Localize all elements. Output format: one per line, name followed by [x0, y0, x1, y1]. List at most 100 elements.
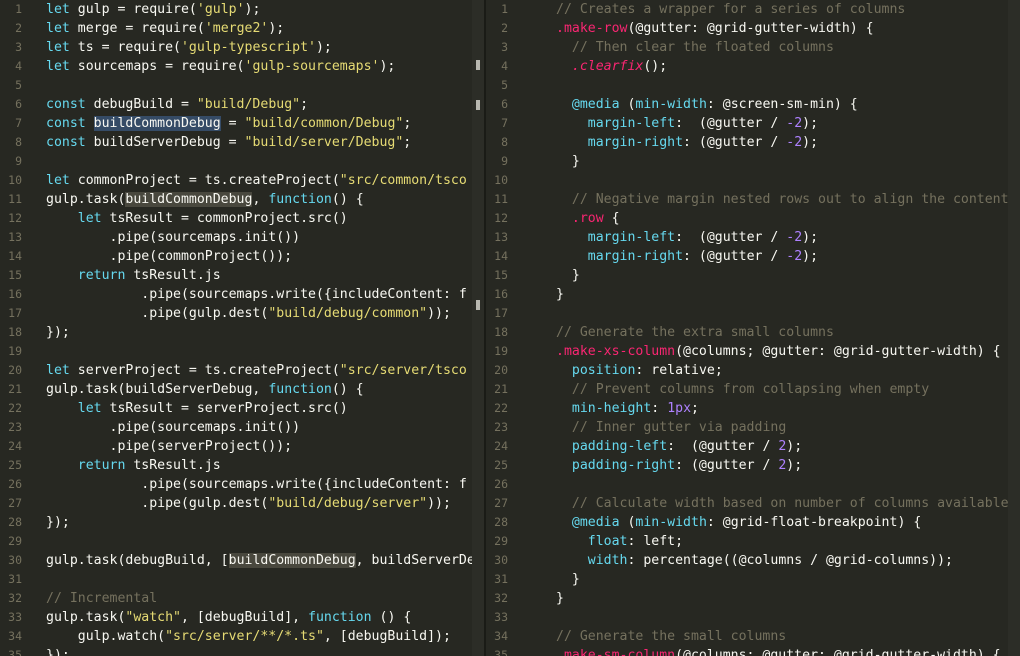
code-line[interactable]: 1 let gulp = require('gulp');	[0, 0, 484, 19]
code-line[interactable]: 30 width: percentage((@columns / @grid-c…	[486, 551, 1020, 570]
code-line[interactable]: 23 // Inner gutter via padding	[486, 418, 1020, 437]
code-token: margin-left	[587, 230, 676, 245]
code-line[interactable]: 22 let tsResult = serverProject.src()	[0, 399, 484, 418]
code-line[interactable]: 34 // Generate the small columns	[486, 627, 1020, 646]
code-line[interactable]: 1 // Creates a wrapper for a series of co…	[486, 0, 1020, 19]
code-line[interactable]: 5	[0, 76, 484, 95]
code-line[interactable]: 26	[486, 475, 1020, 494]
code-line[interactable]: 12 let tsResult = commonProject.src()	[0, 209, 484, 228]
code-line[interactable]: 10 let commonProject = ts.createProject("…	[0, 171, 484, 190]
code-line[interactable]: 18});	[0, 323, 484, 342]
code-line[interactable]: 11 // Negative margin nested rows out to…	[486, 190, 1020, 209]
code-line[interactable]: 18 // Generate the extra small columns	[486, 323, 1020, 342]
code-line[interactable]: 15 return tsResult.js	[0, 266, 484, 285]
code-token: padding-right	[571, 458, 676, 473]
line-number: 28	[8, 515, 22, 529]
code-line[interactable]: 9	[0, 152, 484, 171]
code-line[interactable]: 6 const debugBuild = "build/Debug";	[0, 95, 484, 114]
code-line[interactable]: 4 .clearfix();	[486, 57, 1020, 76]
code-line[interactable]: 22 min-height: 1px;	[486, 399, 1020, 418]
code-line[interactable]: 16}	[486, 285, 1020, 304]
code-token: tsResult.js	[125, 458, 221, 473]
code-token: .make-xs-column	[556, 344, 676, 359]
code-line[interactable]: 16 .pipe(sourcemaps.write({includeConten…	[0, 285, 484, 304]
right-vertical-scrollbar[interactable]	[1008, 0, 1020, 656]
code-line[interactable]: 13 margin-left: (@gutter / -2);	[486, 228, 1020, 247]
code-line[interactable]: 21 gulp.task(buildServerDebug, function()…	[0, 380, 484, 399]
code-line[interactable]: 9 }	[486, 152, 1020, 171]
code-line[interactable]: 29 float: left;	[486, 532, 1020, 551]
code-line[interactable]: 13 .pipe(sourcemaps.init())	[0, 228, 484, 247]
code-line[interactable]: 6 @media (min-width: @screen-sm-min) {	[486, 95, 1020, 114]
code-line[interactable]: 30 gulp.task(debugBuild, [buildCommonDebu…	[0, 551, 484, 570]
code-line[interactable]: 28});	[0, 513, 484, 532]
code-line[interactable]: 19	[0, 342, 484, 361]
code-line[interactable]: 3 // Then clear the floated columns	[486, 38, 1020, 57]
code-line[interactable]: 32}	[486, 589, 1020, 608]
code-token: return	[77, 458, 126, 473]
code-token: : left;	[627, 534, 684, 549]
code-line[interactable]: 20 position: relative;	[486, 361, 1020, 380]
code-line[interactable]: 7 margin-left: (@gutter / -2);	[486, 114, 1020, 133]
code-line[interactable]: 28 @media (min-width: @grid-float-breakp…	[486, 513, 1020, 532]
code-line[interactable]: 24 padding-left: (@gutter / 2);	[486, 437, 1020, 456]
code-line[interactable]: 17	[486, 304, 1020, 323]
code-text: gulp.task(buildServerDebug, function() {	[46, 380, 364, 399]
code-line[interactable]: 14 .pipe(commonProject());	[0, 247, 484, 266]
code-token: // Generate the extra small columns	[556, 325, 834, 340]
code-line[interactable]: 27 .pipe(gulp.dest("build/debug/server")…	[0, 494, 484, 513]
code-line[interactable]: 11 gulp.task(buildCommonDebug, function()…	[0, 190, 484, 209]
code-token: let	[46, 363, 70, 378]
code-line[interactable]: 4 let sourcemaps = require('gulp-sourcema…	[0, 57, 484, 76]
code-text: gulp.task("watch", [debugBuild], functio…	[46, 608, 411, 627]
code-line[interactable]: 8 margin-right: (@gutter / -2);	[486, 133, 1020, 152]
code-line[interactable]: 32 // Incremental	[0, 589, 484, 608]
code-line[interactable]: 25 padding-right: (@gutter / 2);	[486, 456, 1020, 475]
code-line[interactable]: 7 const buildCommonDebug = "build/common/…	[0, 114, 484, 133]
code-line[interactable]: 35});	[0, 646, 484, 656]
code-text: // Negative margin nested rows out to al…	[556, 190, 1009, 209]
code-line[interactable]: 5	[486, 76, 1020, 95]
right-editor-pane[interactable]: 1 // Creates a wrapper for a series of co…	[486, 0, 1020, 656]
code-line[interactable]: 33 gulp.task("watch", [debugBuild], funct…	[0, 608, 484, 627]
code-token: "src/common/tsco	[339, 173, 467, 188]
code-line[interactable]: 29	[0, 532, 484, 551]
left-editor-pane[interactable]: 1 let gulp = require('gulp'); 2 let merge =…	[0, 0, 484, 656]
code-line[interactable]: 31 }	[486, 570, 1020, 589]
code-token: buildServerDebug =	[85, 135, 245, 150]
line-number: 25	[8, 458, 22, 472]
code-line[interactable]: 33	[486, 608, 1020, 627]
code-line[interactable]: 21 // Prevent columns from collapsing wh…	[486, 380, 1020, 399]
line-number: 31	[494, 572, 508, 586]
code-text: });	[46, 323, 70, 342]
code-line[interactable]: 10	[486, 171, 1020, 190]
left-vertical-scrollbar[interactable]	[472, 0, 484, 656]
code-line[interactable]: 24 .pipe(serverProject());	[0, 437, 484, 456]
code-line[interactable]: 26 .pipe(sourcemaps.write({includeConten…	[0, 475, 484, 494]
code-line[interactable]: 34 gulp.watch("src/server/**/*.ts", [deb…	[0, 627, 484, 646]
code-line[interactable]: 20 let serverProject = ts.createProject("…	[0, 361, 484, 380]
code-line[interactable]: 31	[0, 570, 484, 589]
code-line[interactable]: 3 let ts = require('gulp-typescript');	[0, 38, 484, 57]
code-line[interactable]: 19 .make-xs-column(@columns; @gutter: @gr…	[486, 342, 1020, 361]
code-line[interactable]: 2 .make-row(@gutter: @grid-gutter-width) …	[486, 19, 1020, 38]
code-line[interactable]: 8 const buildServerDebug = "build/server/…	[0, 133, 484, 152]
code-line[interactable]: 35 .make-sm-column(@columns; @gutter: @gr…	[486, 646, 1020, 656]
line-number: 34	[8, 629, 22, 643]
code-line[interactable]: 27 // Calculate width based on number of…	[486, 494, 1020, 513]
code-line[interactable]: 2 let merge = require('merge2');	[0, 19, 484, 38]
code-line[interactable]: 12 .row {	[486, 209, 1020, 228]
code-line[interactable]: 17 .pipe(gulp.dest("build/debug/common")…	[0, 304, 484, 323]
code-line[interactable]: 23 .pipe(sourcemaps.init())	[0, 418, 484, 437]
code-line[interactable]: 25 return tsResult.js	[0, 456, 484, 475]
code-line[interactable]: 14 margin-right: (@gutter / -2);	[486, 247, 1020, 266]
line-number: 8	[501, 135, 508, 149]
line-number: 16	[8, 287, 22, 301]
code-token: // Prevent columns from collapsing when …	[571, 382, 930, 397]
code-line[interactable]: 15 }	[486, 266, 1020, 285]
line-number: 12	[8, 211, 22, 225]
